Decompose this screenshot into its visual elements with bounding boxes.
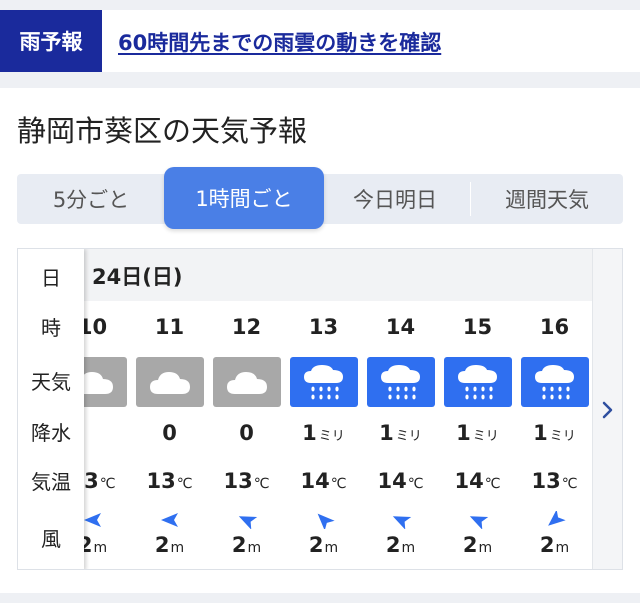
rain-icon: [290, 357, 358, 407]
wind-cell: 2m: [285, 533, 362, 557]
temp-unit: ℃: [253, 476, 270, 492]
wind-value: 2: [385, 533, 401, 557]
wind-direction-icon: [161, 513, 178, 527]
precip-unit: ミリ: [472, 429, 499, 444]
wind-value: 2: [154, 533, 170, 557]
forecast-column: 14 1 ミリ 14℃ 2m: [362, 249, 439, 569]
rain-icon: [521, 357, 589, 407]
precip-value: 0: [239, 421, 254, 445]
wind-direction-icon: [238, 516, 258, 529]
temp-value: 13: [146, 469, 176, 493]
tab-5min[interactable]: 5分ごと: [17, 174, 165, 224]
temp-unit: ℃: [484, 476, 501, 492]
rain-forecast-label: 雨予報: [0, 10, 102, 72]
wind-unit: m: [170, 540, 185, 556]
temp-cell: 13℃: [516, 469, 593, 493]
precip-cell: 1ミリ: [516, 421, 593, 445]
next-hours-button[interactable]: [592, 249, 622, 569]
temp-value: 14: [454, 469, 484, 493]
precip-value: 1: [456, 421, 471, 445]
wind-direction-icon: [317, 513, 335, 529]
forecast-column: 12 0 13℃ 2m: [208, 249, 285, 569]
wind-direction-icon: [84, 513, 101, 527]
temp-cell: 13℃: [131, 469, 208, 493]
wind-unit: m: [93, 540, 108, 556]
row-label-column: 日 時 天気 降水 気温 風: [18, 249, 84, 569]
hour-value: 11: [154, 315, 185, 339]
chevron-right-icon: [602, 401, 613, 419]
precip-value: 0: [162, 421, 177, 445]
temp-value: 13: [223, 469, 253, 493]
precip-value: 1: [379, 421, 394, 445]
rain-icon: [367, 357, 435, 407]
row-label-hour: 時: [41, 316, 61, 340]
precip-value: 1: [302, 421, 317, 445]
rain-icon: [444, 357, 512, 407]
precip-unit: ミリ: [318, 429, 345, 444]
row-label-day: 日: [41, 266, 61, 290]
rain-radar-link[interactable]: 60時間先までの雨雲の動きを確認: [118, 27, 441, 57]
forecast-column: 15 1 ミリ 14℃ 2m: [439, 249, 516, 569]
wind-direction-icon: [392, 516, 412, 529]
hour-value: 16: [539, 315, 570, 339]
cloud-icon: [213, 357, 281, 407]
temp-value: 13: [531, 469, 561, 493]
row-label-wind: 風: [41, 527, 61, 551]
wind-unit: m: [401, 540, 416, 556]
hour-value: 15: [462, 315, 493, 339]
tab-hourly[interactable]: 1時間ごと: [164, 167, 324, 229]
wind-value: 2: [462, 533, 478, 557]
precip-value: 1: [533, 421, 548, 445]
forecast-card: 静岡市葵区の天気予報 5分ごと 今日明日 週間天気 1時間ごと 24日(日) 1…: [0, 88, 640, 593]
temp-unit: ℃: [561, 476, 578, 492]
wind-cell: 2m: [131, 533, 208, 557]
temp-cell: 14℃: [439, 469, 516, 493]
precip-unit: ミリ: [395, 429, 422, 444]
precip-cell: 0: [208, 421, 285, 445]
wind-cell: 2m: [516, 533, 593, 557]
rain-forecast-banner: 雨予報 60時間先までの雨雲の動きを確認: [0, 10, 640, 72]
wind-unit: m: [555, 540, 570, 556]
precip-cell: 1ミリ: [362, 421, 439, 445]
hour-value: 14: [385, 315, 416, 339]
precip-cell: 1ミリ: [285, 421, 362, 445]
cloud-icon: [136, 357, 204, 407]
row-label-precip: 降水: [31, 421, 71, 445]
temp-unit: ℃: [99, 476, 116, 492]
forecast-column: 11 0 13℃ 2m: [131, 249, 208, 569]
temp-value: 14: [377, 469, 407, 493]
row-label-weather: 天気: [31, 370, 71, 394]
temp-unit: ℃: [330, 476, 347, 492]
hour-value: 12: [231, 315, 262, 339]
forecast-column: 16 1 ミリ 13℃ 2m: [516, 249, 593, 569]
wind-value: 2: [231, 533, 247, 557]
wind-cell: 2m: [208, 533, 285, 557]
temp-cell: 14℃: [285, 469, 362, 493]
temp-cell: 14℃: [362, 469, 439, 493]
wind-value: 2: [539, 533, 555, 557]
wind-unit: m: [478, 540, 493, 556]
wind-cell: 2m: [439, 533, 516, 557]
temp-unit: ℃: [176, 476, 193, 492]
precip-cell: 1ミリ: [439, 421, 516, 445]
temp-value: 14: [300, 469, 330, 493]
tab-today-tomorrow[interactable]: 今日明日: [321, 174, 469, 224]
wind-unit: m: [324, 540, 339, 556]
forecast-column: 13 1 ミリ 14℃ 2m: [285, 249, 362, 569]
hour-value: 13: [308, 315, 339, 339]
wind-direction-icon: [469, 516, 489, 529]
precip-cell: 0: [131, 421, 208, 445]
wind-value: 2: [308, 533, 324, 557]
wind-unit: m: [247, 540, 262, 556]
wind-direction-icon: [548, 511, 566, 526]
wind-cell: 2m: [362, 533, 439, 557]
tab-weekly[interactable]: 週間天気: [471, 174, 623, 224]
precip-unit: ミリ: [549, 429, 576, 444]
row-label-temp: 気温: [31, 470, 71, 494]
temp-unit: ℃: [407, 476, 424, 492]
page-title: 静岡市葵区の天気予報: [17, 114, 308, 148]
forecast-tabs: 5分ごと 今日明日 週間天気 1時間ごと: [17, 167, 623, 229]
hourly-forecast-table: 24日(日) 10 13℃ 2m 11 0 13℃ 2m 12 0 13℃ 2m 13 1 ミリ 14℃ 2m…: [17, 248, 623, 570]
temp-cell: 13℃: [208, 469, 285, 493]
